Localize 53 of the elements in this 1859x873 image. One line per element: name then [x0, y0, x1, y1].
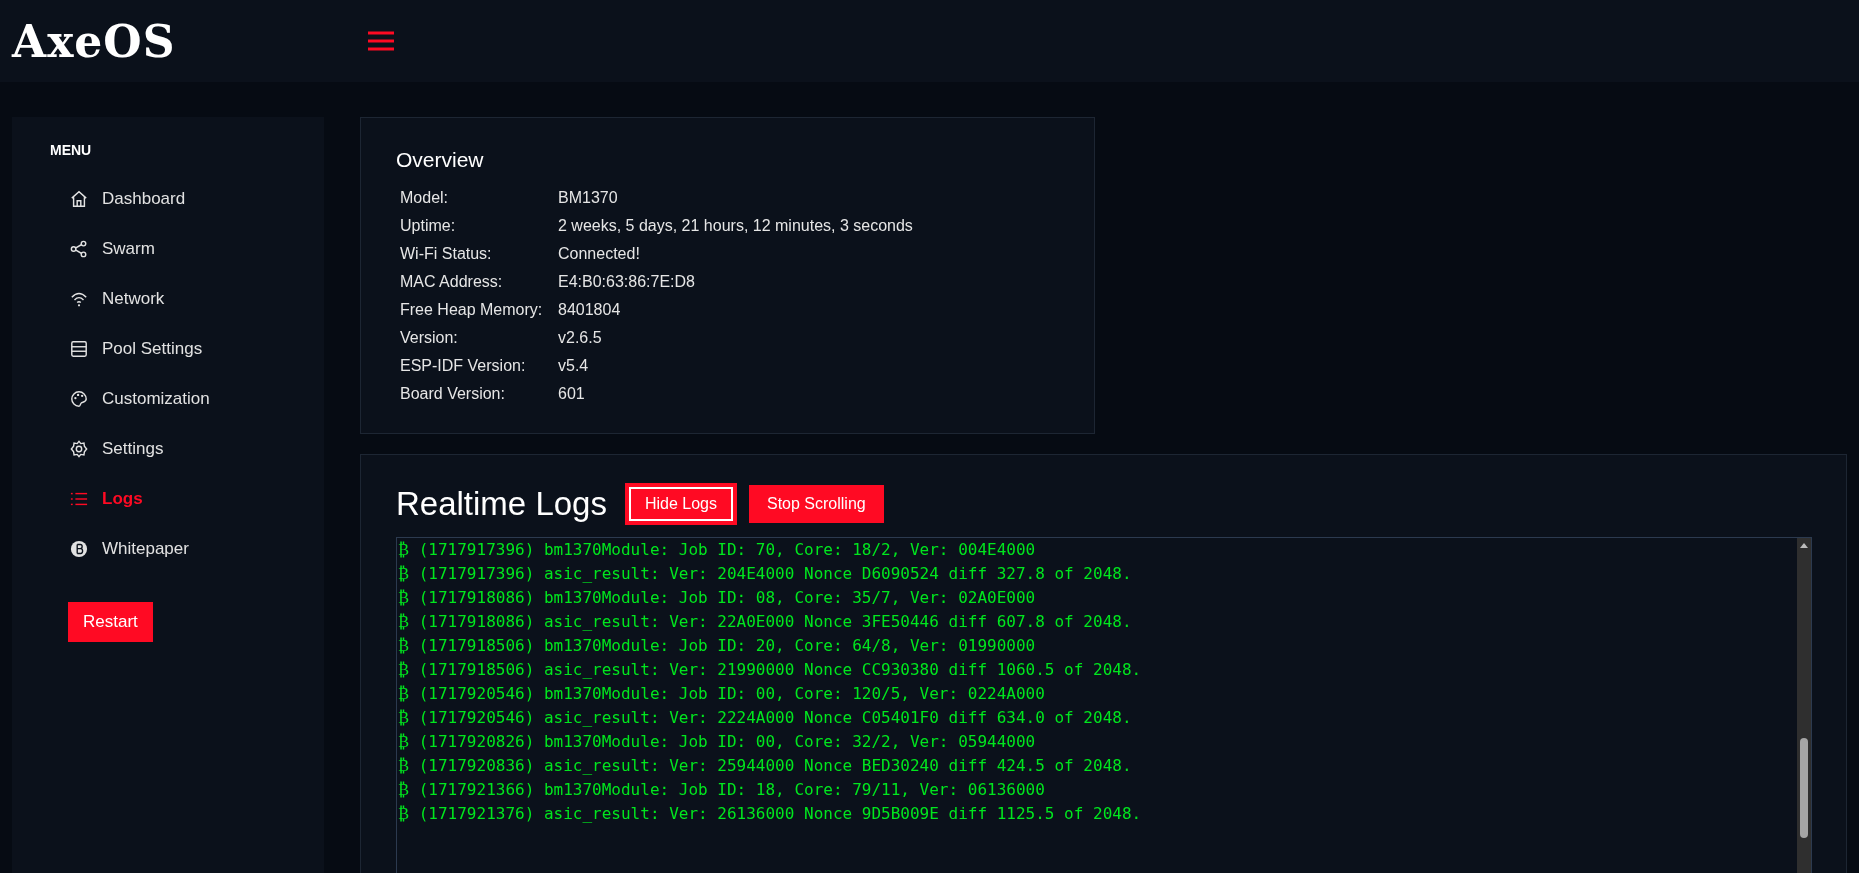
sidebar-item[interactable]: Pool Settings	[70, 324, 324, 374]
share-icon	[70, 240, 88, 258]
log-line: ₿ (1717917396) bm1370Module: Job ID: 70, Core: 18/2, Ver: 004E4000	[398, 539, 1036, 561]
menu-icon[interactable]	[367, 30, 395, 52]
field-value: 8401804	[558, 300, 621, 320]
server-icon	[70, 340, 88, 358]
log-line: ₿ (1717920826) bm1370Module: Job ID: 00, Core: 32/2, Ver: 05944000	[398, 731, 1036, 753]
log-line: ₿ (1717921376) asic_result: Ver: 26136000 Nonce 9D5B009E diff 1125.5 of 2048.	[398, 803, 1142, 825]
bitcoin-icon	[70, 540, 88, 558]
card-title: Overview	[396, 148, 484, 172]
restart-button[interactable]: Restart	[68, 602, 153, 642]
field-label: Version:	[400, 328, 458, 348]
sidebar-item[interactable]: Customization	[70, 374, 324, 424]
log-line: ₿ (1717920836) asic_result: Ver: 25944000 Nonce BED30240 diff 424.5 of 2048.	[398, 755, 1132, 777]
settings-icon	[70, 440, 88, 458]
field-value: BM1370	[558, 188, 618, 208]
menu-heading: MENU	[50, 142, 92, 158]
field-label: Model:	[400, 188, 449, 208]
palette-icon	[70, 390, 88, 408]
wifi-icon	[70, 290, 88, 308]
sidebar-item[interactable]: Dashboard	[70, 174, 324, 224]
log-line: ₿ (1717918506) bm1370Module: Job ID: 20, Core: 64/8, Ver: 01990000	[398, 635, 1036, 657]
home-icon	[70, 190, 88, 208]
sidebar-item[interactable]: Whitepaper	[70, 524, 324, 574]
log-line: ₿ (1717918086) asic_result: Ver: 22A0E000 Nonce 3FE50446 diff 607.8 of 2048.	[398, 611, 1132, 633]
field-label: MAC Address:	[400, 272, 503, 292]
section-title: Realtime Logs	[396, 485, 607, 523]
toggle-button[interactable]: Stop Scrolling	[749, 485, 884, 523]
field-value: v2.6.5	[558, 328, 602, 348]
log-line: ₿ (1717918506) asic_result: Ver: 21990000 Nonce CC930380 diff 1060.5 of 2048.	[398, 659, 1142, 681]
field-value: Connected!	[558, 244, 640, 264]
field-value: 2 weeks, 5 days, 21 hours, 12 minutes, 3 seconds	[558, 216, 913, 236]
field-label: Free Heap Memory:	[400, 300, 543, 320]
log-line: ₿ (1717921366) bm1370Module: Job ID: 18, Core: 79/11, Ver: 06136000	[398, 779, 1045, 801]
field-label: ESP-IDF Version:	[400, 356, 526, 376]
toggle-button[interactable]: Hide Logs	[626, 485, 735, 523]
scrollbar[interactable]	[1797, 538, 1811, 873]
field-value: E4:B0:63:86:7E:D8	[558, 272, 695, 292]
sidebar-item[interactable]: Network	[70, 274, 324, 324]
field-label: Board Version:	[400, 384, 505, 404]
field-label: Wi-Fi Status:	[400, 244, 492, 264]
list-icon	[70, 490, 88, 508]
field-value: v5.4	[558, 356, 589, 376]
log-line: ₿ (1717918086) bm1370Module: Job ID: 08, Core: 35/7, Ver: 02A0E000	[398, 587, 1036, 609]
sidebar-item[interactable]: Logs	[70, 474, 324, 524]
log-line: ₿ (1717920546) bm1370Module: Job ID: 00, Core: 120/5, Ver: 0224A000	[398, 683, 1045, 705]
field-value: 601	[558, 384, 585, 404]
sidebar-item[interactable]: Settings	[70, 424, 324, 474]
log-line: ₿ (1717920546) asic_result: Ver: 2224A000 Nonce C05401F0 diff 634.0 of 2048.	[398, 707, 1132, 729]
logo: AxeOS	[12, 15, 177, 67]
field-label: Uptime:	[400, 216, 456, 236]
sidebar-item[interactable]: Swarm	[70, 224, 324, 274]
log-line: ₿ (1717917396) asic_result: Ver: 204E4000 Nonce D6090524 diff 327.8 of 2048.	[398, 563, 1132, 585]
